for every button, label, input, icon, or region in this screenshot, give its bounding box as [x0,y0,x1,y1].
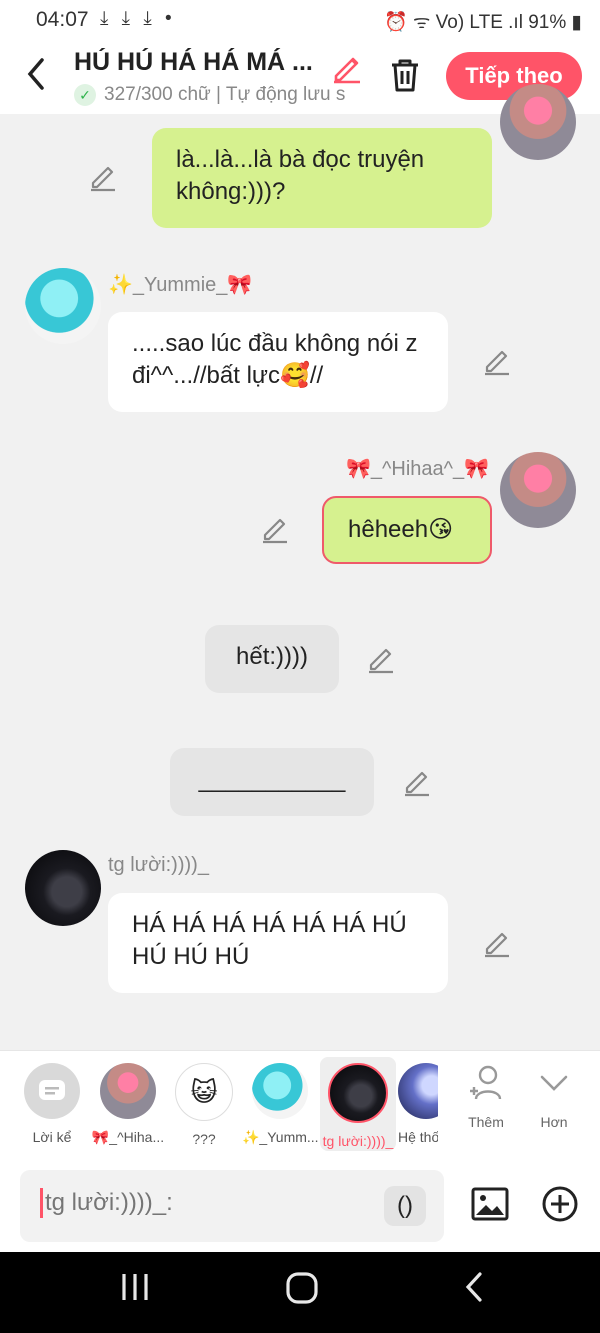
image-icon [471,1187,509,1221]
back-button[interactable] [24,56,48,101]
pencil-icon [334,57,360,84]
check-icon: ✓ [74,84,96,106]
edit-message-button[interactable] [402,767,432,797]
story-title[interactable]: HÚ HÚ HÁ HÁ MÁ ... [74,48,324,77]
edit-message-button[interactable] [482,928,512,958]
back-icon [465,1272,482,1302]
system-nav-bar [0,1252,600,1333]
edit-message-button[interactable] [366,644,396,674]
character-unknown[interactable]: 😺 ??? [166,1063,242,1147]
chevron-down-icon [540,1075,568,1091]
back-nav-button[interactable] [458,1270,488,1313]
more-button[interactable]: Hơn [524,1063,584,1130]
status-time: 04:07 [36,8,89,31]
edit-message-button[interactable] [482,346,512,376]
word-count-text: 327/300 chữ | Tự động lưu s [104,84,346,105]
character-label: tg lười:))))_ [322,1133,394,1149]
character-label: 🎀_^Hiha... [91,1129,165,1145]
network-icons: ⏰ ᯤ Vo) LTE .ıl [384,12,523,33]
character-label: Hệ thố [398,1129,438,1145]
avatar [398,1063,438,1119]
edit-message-button[interactable] [260,514,290,544]
message-bubble[interactable]: hêheeh😘 [322,496,492,564]
message-bubble[interactable]: là...là...là bà đọc truyện không:)))? [152,128,492,228]
avatar[interactable] [500,452,576,528]
edit-message-button[interactable] [88,162,118,192]
pencil-icon [485,350,509,376]
add-person-icon [470,1065,502,1100]
character-label: ✨_Yumm... [242,1129,318,1145]
character-tg-luoi[interactable]: tg lười:))))_ [320,1057,396,1151]
speaker-name: 🎀_^Hihaa^_🎀 [346,458,490,480]
speaker-name: ✨_Yummie_🎀 [108,274,253,296]
battery-icon: ▮ [571,12,582,33]
narration-bubble[interactable]: hết:)))) [205,625,339,693]
narrator-icon [24,1063,80,1119]
chevron-left-icon [27,58,44,90]
word-count-status: ✓ 327/300 chữ | Tự động lưu s [74,84,364,106]
add-character-button[interactable]: Thêm [456,1063,516,1130]
parenthesis-button[interactable]: () [384,1186,426,1226]
pencil-icon [369,648,393,674]
message-input[interactable] [40,1188,377,1218]
character-label: Lời kể [32,1129,72,1145]
composer: () [0,1160,600,1252]
status-right: ⏰ ᯤ Vo) LTE .ıl 91% ▮ [384,8,582,34]
plus-circle-icon [542,1186,578,1222]
character-narrator[interactable]: Lời kể [14,1063,90,1145]
recents-icon [122,1274,148,1300]
delete-button[interactable] [386,56,424,94]
avatar[interactable] [25,850,101,926]
status-bar: 04:07 ⤓ ⤓ ⤓ • ⏰ ᯤ Vo) LTE .ıl 91% ▮ [0,0,600,42]
add-button[interactable] [540,1184,580,1229]
add-label: Thêm [468,1114,504,1130]
character-label: ??? [192,1131,216,1147]
character-system[interactable]: Hệ thố [398,1063,438,1145]
insert-image-button[interactable] [470,1184,510,1229]
more-label: Hơn [540,1114,568,1130]
message-input-box: () [20,1170,444,1242]
battery-level: 91% [528,12,567,33]
avatar[interactable] [500,84,576,160]
avatar [328,1063,388,1123]
trash-icon [392,59,418,92]
avatar: 😺 [175,1063,233,1121]
character-selector: Lời kể 🎀_^Hiha... 😺 ??? ✨_Yumm... tg lườ… [0,1050,600,1161]
home-button[interactable] [284,1270,320,1315]
speaker-name: tg lười:))))_ [108,854,209,876]
message-bubble[interactable]: HÁ HÁ HÁ HÁ HÁ HÁ HÚ HÚ HÚ HÚ [108,893,448,993]
home-icon [286,1272,318,1304]
download-icons: ⤓ ⤓ ⤓ • [100,8,176,29]
character-yummie[interactable]: ✨_Yumm... [242,1063,318,1146]
pencil-icon [91,166,115,192]
avatar [100,1063,156,1119]
pencil-icon [405,771,429,797]
narration-bubble[interactable]: ___________ [170,748,374,816]
avatar [252,1063,308,1119]
recents-button[interactable] [118,1270,152,1313]
avatar[interactable] [25,268,101,344]
message-bubble[interactable]: .....sao lúc đầu không nói z đi^^...//bấ… [108,312,448,412]
pencil-icon [263,518,287,544]
pencil-icon [485,932,509,958]
character-hihaa[interactable]: 🎀_^Hiha... [90,1063,166,1146]
edit-title-button[interactable] [330,50,364,84]
